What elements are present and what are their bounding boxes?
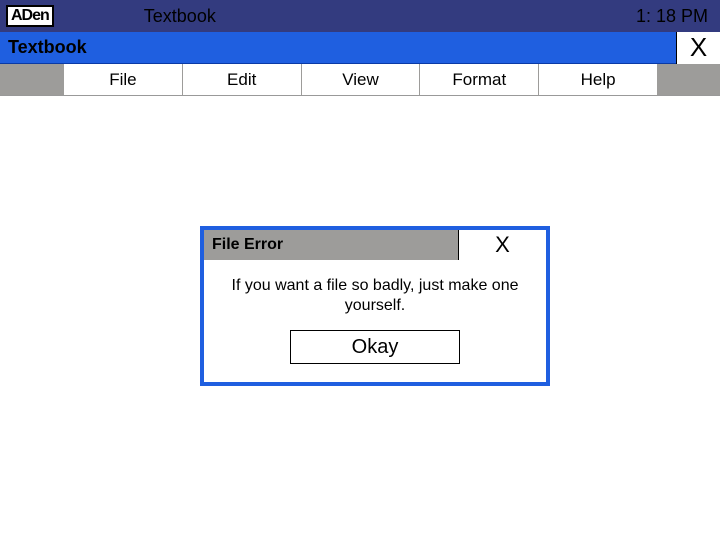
dialog-actions: Okay [204,330,546,382]
menu-help[interactable]: Help [539,64,658,95]
menubar: File Edit View Format Help [0,64,720,96]
window-title: Textbook [0,37,87,58]
document-canvas: File Error X If you want a file so badly… [0,96,720,540]
topbar-app-title: Textbook [54,6,636,27]
menu-format[interactable]: Format [420,64,539,95]
dialog-ok-label: Okay [352,336,399,359]
menubar-spacer-left [0,64,64,95]
menu-edit[interactable]: Edit [183,64,302,95]
window-close-button[interactable]: X [676,32,720,64]
logo-text: ADen [11,7,49,25]
dialog-close-button[interactable]: X [458,230,546,260]
close-icon: X [690,32,707,63]
dialog-titlebar: File Error X [204,230,546,260]
system-topbar: ADen Textbook 1: 18 PM [0,0,720,32]
dialog-message: If you want a file so badly, just make o… [204,260,546,330]
close-icon: X [495,232,510,258]
window-titlebar: Textbook X [0,32,720,64]
error-dialog: File Error X If you want a file so badly… [200,226,550,386]
menu-file[interactable]: File [64,64,183,95]
logo-icon: ADen [6,5,54,27]
menubar-spacer-right [658,64,720,95]
clock-label: 1: 18 PM [636,6,714,27]
dialog-title: File Error [204,230,458,260]
menu-view[interactable]: View [302,64,421,95]
dialog-ok-button[interactable]: Okay [290,330,460,364]
